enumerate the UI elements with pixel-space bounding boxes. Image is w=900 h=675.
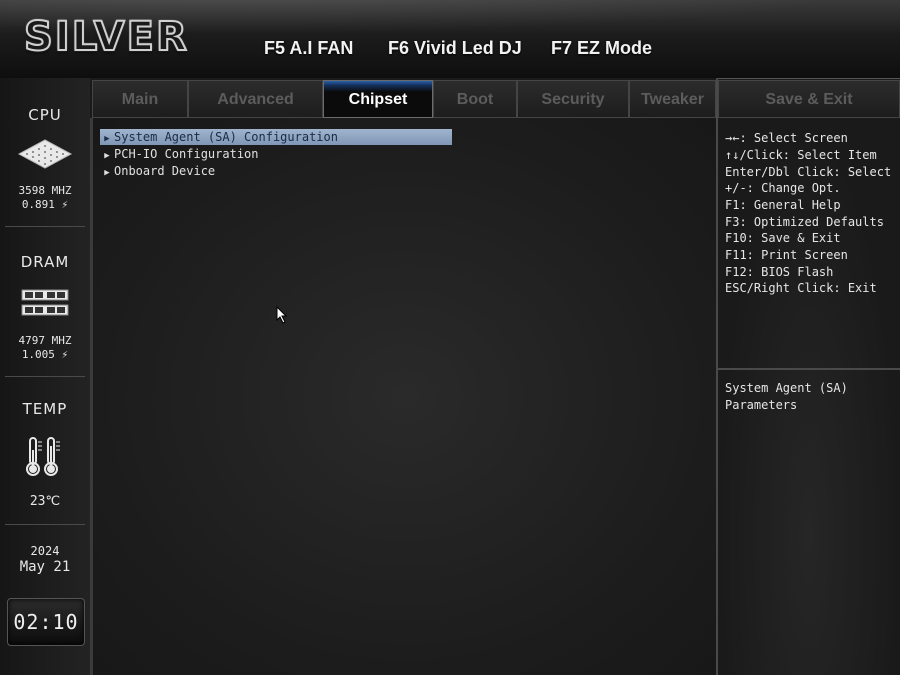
menu-item-label: Onboard Device — [114, 164, 216, 178]
brand-logo: SILVER — [23, 13, 189, 61]
menu-item-pch-io[interactable]: ▶ PCH-IO Configuration — [100, 146, 452, 162]
sidebar-divider — [5, 524, 85, 525]
cpu-frequency: 3598 MHZ — [18, 184, 72, 197]
date-month-day: May 21 — [19, 559, 71, 575]
tab-advanced[interactable]: Advanced — [188, 80, 323, 118]
tab-boot[interactable]: Boot — [433, 80, 517, 118]
help-key-line: F11: Print Screen — [725, 248, 848, 262]
tab-save-exit[interactable]: Save & Exit — [718, 80, 900, 118]
submenu-arrow-icon: ▶ — [104, 151, 110, 161]
tab-chipset[interactable]: Chipset — [323, 80, 433, 118]
help-key-line: +/-: Change Opt. — [725, 181, 841, 195]
help-key-line: ↑↓/Click: Select Item — [725, 148, 877, 162]
menu-item-label: System Agent (SA) Configuration — [114, 130, 338, 144]
main-panel: ▶ System Agent (SA) Configuration ▶ PCH-IO… — [92, 118, 717, 675]
clock-display: 02:10 — [7, 598, 85, 646]
submenu-arrow-icon: ▶ — [104, 168, 110, 178]
dram-module-icon — [21, 289, 69, 316]
temp-value: 23℃ — [29, 494, 61, 509]
hotkey-vivid-led-dj[interactable]: F6 Vivid Led DJ — [388, 38, 522, 59]
thermometer-icon — [26, 437, 60, 476]
help-key-line: Enter/Dbl Click: Select — [725, 165, 892, 179]
tab-tweaker[interactable]: Tweaker — [629, 80, 716, 118]
help-key-line: F12: BIOS Flash — [725, 265, 834, 279]
status-sidebar: CPU 3598 MHZ 0.891 ⚡ DRAM 4797 MHZ 1.005… — [0, 78, 92, 675]
help-description-line: Parameters — [725, 398, 798, 412]
help-key-line: →←: Select Screen — [725, 131, 848, 145]
help-description-line: System Agent (SA) — [725, 381, 848, 395]
hotkey-ai-fan[interactable]: F5 A.I FAN — [264, 38, 353, 59]
cpu-voltage: 0.891 ⚡ — [21, 198, 69, 211]
mouse-pointer-icon — [276, 306, 288, 324]
hotkey-ez-mode[interactable]: F7 EZ Mode — [551, 38, 652, 59]
dram-voltage: 1.005 ⚡ — [21, 348, 69, 361]
dram-frequency: 4797 MHZ — [18, 334, 72, 347]
dram-title: DRAM — [20, 253, 70, 271]
cpu-title: CPU — [28, 106, 62, 124]
menu-item-onboard-device[interactable]: ▶ Onboard Device — [100, 163, 452, 179]
menu-item-label: PCH-IO Configuration — [114, 147, 259, 161]
tab-main[interactable]: Main — [92, 80, 188, 118]
help-key-line: F1: General Help — [725, 198, 841, 212]
help-key-line: ESC/Right Click: Exit — [725, 281, 877, 295]
temp-title: TEMP — [22, 400, 68, 418]
header-bar: SILVER F5 A.I FAN F6 Vivid Led DJ F7 EZ … — [0, 0, 900, 79]
cpu-chip-icon — [17, 139, 73, 169]
sidebar-divider — [5, 376, 85, 377]
help-panel: →←: Select Screen ↑↓/Click: Select Item … — [718, 118, 900, 675]
tab-security[interactable]: Security — [517, 80, 629, 118]
menu-item-system-agent[interactable]: ▶ System Agent (SA) Configuration — [100, 129, 452, 145]
tab-bar: Main Advanced Chipset Boot Security Twea… — [90, 78, 717, 118]
sidebar-divider — [5, 226, 85, 227]
submenu-arrow-icon: ▶ — [104, 134, 110, 144]
help-divider — [718, 368, 900, 370]
help-key-line: F3: Optimized Defaults — [725, 215, 884, 229]
help-key-line: F10: Save & Exit — [725, 231, 841, 245]
date-year: 2024 — [30, 544, 60, 558]
